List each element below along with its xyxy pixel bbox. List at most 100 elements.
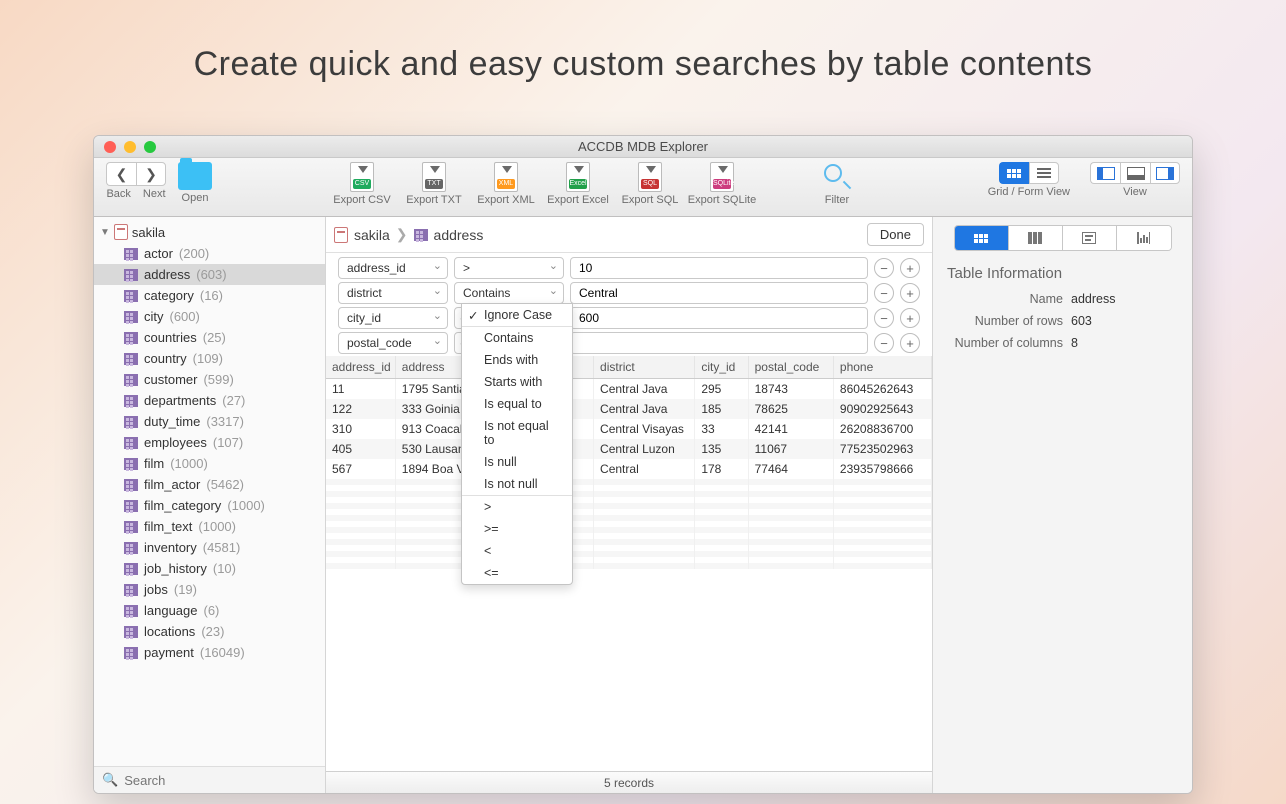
sidebar-search-input[interactable] — [124, 773, 317, 788]
dropdown-item[interactable]: >= — [462, 518, 572, 540]
next-button[interactable]: ❯ — [136, 162, 166, 186]
done-button[interactable]: Done — [867, 223, 924, 246]
sidebar-item-film_actor[interactable]: film_actor (5462) — [94, 474, 325, 495]
export-excel-button[interactable]: Excel — [566, 162, 590, 192]
sidebar-item-label: film_text — [144, 519, 192, 534]
operator-dropdown-menu[interactable]: ✓Ignore CaseContainsEnds withStarts with… — [461, 303, 573, 585]
filter-column-select[interactable]: address_id — [338, 257, 448, 279]
export-xml-button[interactable]: XML — [494, 162, 518, 192]
sidebar-item-job_history[interactable]: job_history (10) — [94, 558, 325, 579]
form-view-button[interactable] — [1029, 162, 1059, 184]
export-label: Export Excel — [547, 194, 609, 206]
column-header[interactable]: district — [594, 356, 695, 379]
add-filter-button[interactable]: + — [900, 308, 920, 328]
remove-filter-button[interactable]: − — [874, 333, 894, 353]
table-row[interactable]: 310913 CoacalCentral Visayas334214126208… — [326, 419, 932, 439]
export-sqlite-button[interactable]: SQLite — [710, 162, 734, 192]
dropdown-item[interactable]: Is not null — [462, 473, 572, 496]
dropdown-item[interactable]: < — [462, 540, 572, 562]
filter-operator-select[interactable]: > — [454, 257, 564, 279]
export-sql-button[interactable]: SQL — [638, 162, 662, 192]
filter-value-input[interactable] — [570, 332, 868, 354]
view-right-panel-button[interactable] — [1150, 162, 1180, 184]
table-row[interactable]: 405530 LausanCentral Luzon13511067775235… — [326, 439, 932, 459]
info-tab-columns[interactable] — [1009, 226, 1063, 250]
sidebar-item-language[interactable]: language (6) — [94, 600, 325, 621]
sidebar-item-label: duty_time — [144, 414, 200, 429]
sidebar-item-customer[interactable]: customer (599) — [94, 369, 325, 390]
export-label: Export SQL — [622, 194, 679, 206]
sidebar-item-inventory[interactable]: inventory (4581) — [94, 537, 325, 558]
dropdown-item[interactable]: Is equal to — [462, 393, 572, 415]
disclosure-triangle-icon[interactable]: ▼ — [100, 227, 110, 238]
sidebar-item-count: (19) — [174, 582, 197, 597]
dropdown-item[interactable]: <= — [462, 562, 572, 584]
filter-column-select[interactable]: city_id — [338, 307, 448, 329]
cell: 178 — [695, 459, 748, 479]
view-left-panel-button[interactable] — [1090, 162, 1120, 184]
dropdown-item[interactable]: Is not equal to — [462, 415, 572, 451]
filter-value-input[interactable] — [570, 307, 868, 329]
filter-value-input[interactable] — [570, 257, 868, 279]
back-button[interactable]: ❮ — [106, 162, 136, 186]
sidebar-item-actor[interactable]: actor (200) — [94, 243, 325, 264]
sidebar-item-employees[interactable]: employees (107) — [94, 432, 325, 453]
info-tab-grid[interactable] — [955, 226, 1009, 250]
sidebar-item-film_text[interactable]: film_text (1000) — [94, 516, 325, 537]
sidebar-item-duty_time[interactable]: duty_time (3317) — [94, 411, 325, 432]
filter-operator-select[interactable]: Contains — [454, 282, 564, 304]
add-filter-button[interactable]: + — [900, 283, 920, 303]
sidebar-item-country[interactable]: country (109) — [94, 348, 325, 369]
data-grid[interactable]: address_idaddressdistrictcity_idpostal_c… — [326, 356, 932, 771]
view-label: View — [1123, 186, 1147, 198]
sidebar-item-address[interactable]: address (603) — [94, 264, 325, 285]
column-header[interactable]: city_id — [695, 356, 748, 379]
table-row[interactable]: 5671894 Boa VCentral1787746423935798666 — [326, 459, 932, 479]
sidebar-item-category[interactable]: category (16) — [94, 285, 325, 306]
sidebar-item-jobs[interactable]: jobs (19) — [94, 579, 325, 600]
view-bottom-panel-button[interactable] — [1120, 162, 1150, 184]
crumb-db[interactable]: sakila — [354, 227, 390, 243]
column-header[interactable]: postal_code — [748, 356, 833, 379]
info-cols-label: Number of columns — [947, 336, 1071, 350]
dropdown-item[interactable]: Starts with — [462, 371, 572, 393]
sidebar-item-payment[interactable]: payment (16049) — [94, 642, 325, 663]
table-row[interactable]: 111795 SantiaCentral Java295187438604526… — [326, 379, 932, 400]
sidebar-item-city[interactable]: city (600) — [94, 306, 325, 327]
dropdown-item[interactable]: ✓Ignore Case — [462, 304, 572, 327]
table-row[interactable] — [326, 563, 932, 569]
dropdown-item[interactable]: Contains — [462, 327, 572, 349]
open-button[interactable] — [178, 162, 212, 190]
zoom-icon[interactable] — [144, 141, 156, 153]
filter-button[interactable] — [822, 162, 852, 192]
dropdown-item[interactable]: > — [462, 496, 572, 518]
close-icon[interactable] — [104, 141, 116, 153]
column-header[interactable]: address_id — [326, 356, 395, 379]
database-node[interactable]: ▼ sakila — [94, 221, 325, 243]
export-txt-button[interactable]: TXT — [422, 162, 446, 192]
sidebar-item-label: employees — [144, 435, 207, 450]
add-filter-button[interactable]: + — [900, 333, 920, 353]
remove-filter-button[interactable]: − — [874, 258, 894, 278]
export-csv-button[interactable]: CSV — [350, 162, 374, 192]
filter-column-select[interactable]: district — [338, 282, 448, 304]
remove-filter-button[interactable]: − — [874, 283, 894, 303]
sidebar-item-departments[interactable]: departments (27) — [94, 390, 325, 411]
sidebar-item-film_category[interactable]: film_category (1000) — [94, 495, 325, 516]
minimize-icon[interactable] — [124, 141, 136, 153]
info-tab-form[interactable] — [1063, 226, 1117, 250]
dropdown-item[interactable]: Ends with — [462, 349, 572, 371]
remove-filter-button[interactable]: − — [874, 308, 894, 328]
sidebar-item-countries[interactable]: countries (25) — [94, 327, 325, 348]
table-row[interactable]: 122333 GoiniaCentral Java185786259090292… — [326, 399, 932, 419]
column-header[interactable]: phone — [833, 356, 931, 379]
cell: Central Visayas — [594, 419, 695, 439]
add-filter-button[interactable]: + — [900, 258, 920, 278]
grid-view-button[interactable] — [999, 162, 1029, 184]
dropdown-item[interactable]: Is null — [462, 451, 572, 473]
filter-value-input[interactable] — [570, 282, 868, 304]
filter-column-select[interactable]: postal_code — [338, 332, 448, 354]
info-tab-chart[interactable] — [1117, 226, 1171, 250]
sidebar-item-film[interactable]: film (1000) — [94, 453, 325, 474]
sidebar-item-locations[interactable]: locations (23) — [94, 621, 325, 642]
